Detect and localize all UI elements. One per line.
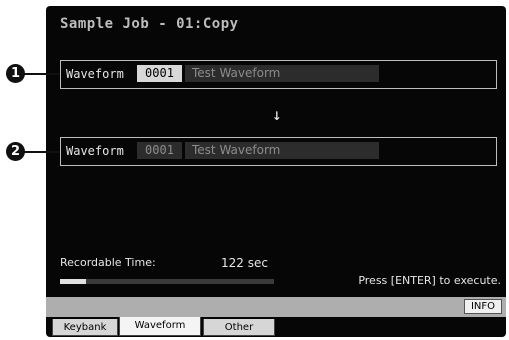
recordable-time-bar-fill [60, 279, 86, 284]
source-waveform-row: Waveform 0001 Test Waveform [60, 60, 497, 89]
page-title: Sample Job - 01:Copy [60, 16, 239, 32]
source-waveform-label: Waveform [66, 67, 124, 81]
callout-leader-2 [24, 151, 60, 153]
tab-waveform[interactable]: Waveform [119, 317, 201, 336]
recordable-time-label: Recordable Time: [60, 256, 156, 269]
destination-waveform-number[interactable]: 0001 [137, 142, 182, 159]
function-bar: INFO [46, 297, 506, 317]
recordable-time-bar [60, 279, 274, 284]
source-waveform-name: Test Waveform [185, 65, 379, 82]
destination-waveform-row: Waveform 0001 Test Waveform [60, 137, 497, 166]
destination-waveform-label: Waveform [66, 144, 124, 158]
destination-waveform-name: Test Waveform [185, 142, 379, 159]
tab-other[interactable]: Other [203, 319, 275, 336]
down-arrow-icon: ↓ [272, 105, 282, 124]
callout-marker-2: 2 [6, 142, 25, 161]
lcd-screen: Sample Job - 01:Copy Waveform 0001 Test … [46, 6, 506, 337]
execute-prompt: Press [ENTER] to execute. [358, 274, 501, 287]
tab-bar: Keybank Waveform Other [46, 317, 506, 337]
tab-keybank[interactable]: Keybank [52, 319, 118, 336]
callout-leader-1 [24, 73, 60, 75]
info-button[interactable]: INFO [464, 299, 502, 314]
callout-marker-1: 1 [6, 64, 25, 83]
recordable-time-value: 122 sec [221, 256, 268, 270]
source-waveform-number[interactable]: 0001 [137, 65, 182, 82]
